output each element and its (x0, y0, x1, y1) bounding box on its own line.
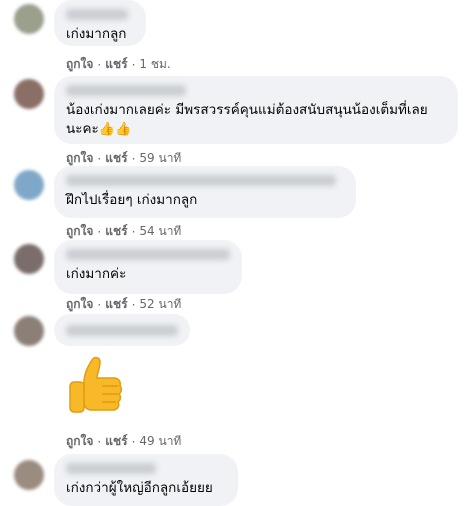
like-button[interactable]: ถูกใจ (66, 222, 93, 241)
avatar[interactable] (14, 244, 44, 274)
comment-bubble: ฝึกไปเรื่อยๆ เก่งมากลูก (54, 166, 356, 218)
commenter-name[interactable] (66, 463, 156, 474)
comment-actions: ถูกใจ · แชร์ · 54 นาที (66, 222, 181, 241)
avatar[interactable] (14, 316, 44, 346)
avatar[interactable] (14, 460, 44, 490)
comment-actions: ถูกใจ · แชร์ · 49 นาที (66, 432, 181, 451)
separator: · (97, 151, 102, 166)
separator: · (131, 297, 136, 312)
share-button[interactable]: แชร์ (105, 222, 127, 241)
thumbs-up-emoji: 👍👍 (98, 122, 132, 137)
separator: · (131, 224, 136, 239)
commenter-name[interactable] (66, 85, 186, 96)
commenter-name[interactable] (66, 249, 230, 260)
comment-bubble: น้องเก่งมากเลยค่ะ มีพรสวรรค์คุนแม่ต้องสน… (54, 76, 458, 144)
share-button[interactable]: แชร์ (105, 432, 127, 451)
comment-text-line2: นะคะ👍👍 (66, 121, 132, 137)
separator: · (131, 151, 136, 166)
comment-bubble: เก่งมากค่ะ (54, 240, 242, 294)
separator: · (97, 224, 102, 239)
avatar[interactable] (14, 170, 44, 200)
avatar[interactable] (14, 4, 44, 34)
separator: · (97, 57, 102, 72)
separator: · (97, 434, 102, 449)
comment-text: เก่งมากค่ะ (66, 266, 127, 282)
share-button[interactable]: แชร์ (105, 55, 127, 74)
commenter-name-bubble (54, 314, 190, 346)
share-button[interactable]: แชร์ (105, 295, 127, 314)
thumbs-up-sticker[interactable] (62, 352, 126, 424)
comment-bubble: เก่งกว่าผู้ใหญ่อีกลูกเอ้ยยย (54, 454, 238, 506)
timestamp[interactable]: 52 นาที (139, 295, 181, 314)
like-button[interactable]: ถูกใจ (66, 55, 93, 74)
timestamp[interactable]: 49 นาที (139, 432, 181, 451)
comment-text: ฝึกไปเรื่อยๆ เก่งมากลูก (66, 192, 198, 208)
separator: · (97, 297, 102, 312)
commenter-name[interactable] (66, 325, 178, 336)
timestamp[interactable]: 54 นาที (139, 222, 181, 241)
commenter-name[interactable] (66, 175, 336, 186)
separator: · (131, 434, 136, 449)
timestamp[interactable]: 1 ชม. (139, 55, 170, 74)
comment-actions: ถูกใจ · แชร์ · 52 นาที (66, 295, 181, 314)
like-button[interactable]: ถูกใจ (66, 295, 93, 314)
commenter-name[interactable] (66, 9, 128, 20)
comment-text: เก่งมากลูก (66, 26, 127, 42)
avatar[interactable] (14, 79, 44, 109)
separator: · (131, 57, 136, 72)
thumbs-up-icon (69, 356, 123, 413)
like-button[interactable]: ถูกใจ (66, 432, 93, 451)
comment-bubble: เก่งมากลูก (54, 0, 146, 46)
comment-text: เก่งกว่าผู้ใหญ่อีกลูกเอ้ยยย (66, 480, 213, 496)
comment-actions: ถูกใจ · แชร์ · 1 ชม. (66, 55, 171, 74)
comment-text: น้องเก่งมากเลยค่ะ มีพรสวรรค์คุนแม่ต้องสน… (66, 102, 428, 118)
